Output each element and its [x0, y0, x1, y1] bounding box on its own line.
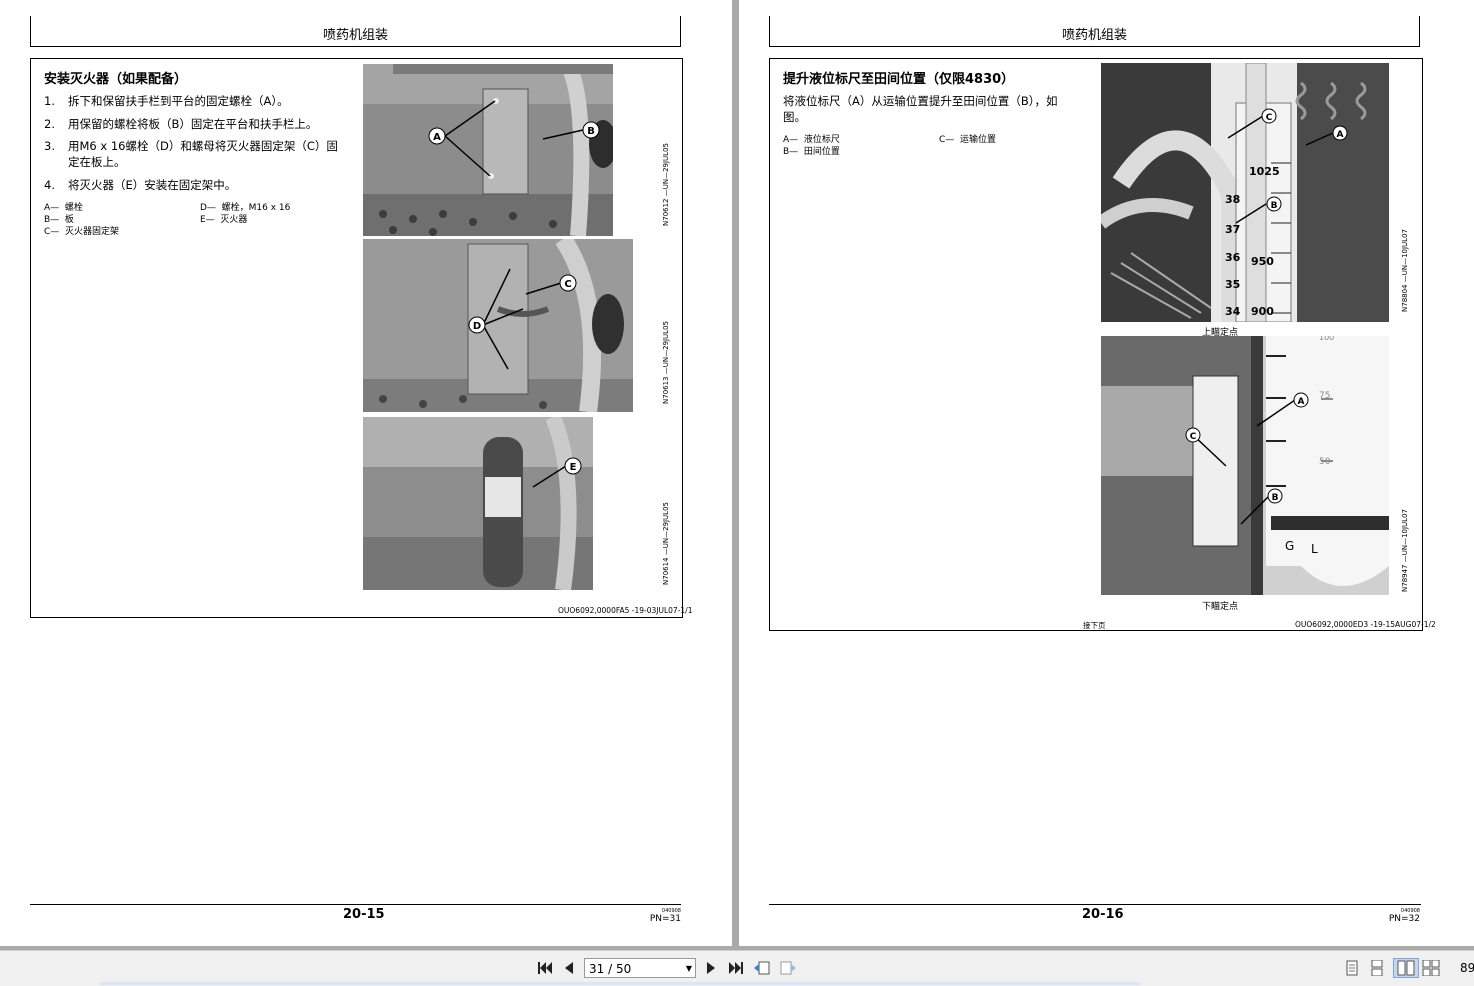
tank-100: 100	[1319, 336, 1334, 342]
callout-b: B	[1272, 493, 1279, 503]
callout-b: B	[587, 126, 595, 137]
pn-label: 040908 PN=32	[1388, 908, 1420, 924]
facing-pages-icon	[1397, 960, 1415, 976]
go-back-view-button[interactable]	[753, 959, 771, 977]
zoom-level[interactable]: 89	[1460, 961, 1474, 975]
legend-c: C— 运输位置	[939, 135, 997, 145]
go-forward-view-button[interactable]	[779, 959, 797, 977]
step-3: 3. 用M6 x 16螺栓（D）和螺母将灭火器固定架（C）固 定在板上。	[44, 139, 338, 169]
continuous-facing-icon	[1422, 960, 1440, 976]
photo-code-1: N70612 —UN—29JUL05	[662, 143, 670, 226]
step-1: 1. 拆下和保留扶手栏到平台的固定螺栓（A）。	[44, 94, 289, 108]
continued-label: 接下页	[1083, 621, 1106, 630]
next-view-icon	[780, 961, 796, 975]
single-page-icon	[1346, 960, 1358, 976]
next-page-button[interactable]	[702, 959, 720, 977]
callout-c: C	[1266, 113, 1273, 123]
section-title: 提升液位标尺至田间位置（仅限4830）	[783, 72, 1015, 87]
next-page-icon	[707, 962, 715, 974]
step-2: 2. 用保留的螺栓将板（B）固定在平台和扶手栏上。	[44, 117, 318, 131]
photo-level-gauge-bottom: 75 50 100 G L A C B	[1101, 336, 1389, 595]
gauge-38: 38	[1225, 193, 1240, 206]
photo-code-2: N70613 —UN—29JUL05	[662, 321, 670, 404]
pdf-navigation-toolbar: 31 / 50 ▼ 89	[0, 950, 1474, 986]
page-header: 喷药机组装	[30, 16, 681, 47]
page-number: 20-15	[343, 907, 385, 922]
previous-view-icon	[754, 961, 770, 975]
first-page-icon	[538, 962, 552, 974]
callout-a: A	[433, 132, 441, 143]
section-title: 安装灭火器（如果配备）	[44, 72, 188, 87]
tank-75: 75	[1319, 391, 1330, 401]
legend-b: B— 田间位置	[783, 147, 840, 157]
photo-code-1: N78804 —UN—10JUL07	[1401, 229, 1409, 312]
continuous-view-button[interactable]	[1368, 959, 1386, 977]
gauge-1025: 1025	[1249, 165, 1280, 178]
page-header: 喷药机组装	[769, 16, 1420, 47]
page-number: 20-16	[1082, 907, 1124, 922]
callout-a: A	[1298, 397, 1305, 407]
single-page-view-button[interactable]	[1343, 959, 1361, 977]
gauge-34: 34	[1225, 305, 1241, 318]
callout-e: E	[570, 462, 577, 473]
dropdown-arrow-icon: ▼	[685, 964, 692, 973]
footer-rule	[769, 904, 1421, 905]
gauge-950: 950	[1251, 255, 1274, 268]
body-text-line-1: 将液位标尺（A）从运输位置提升至田间位置（B），如	[783, 94, 1058, 108]
step-4: 4. 将灭火器（E）安装在固定架中。	[44, 178, 237, 192]
photo-extinguisher: E	[363, 417, 593, 590]
gauge-35: 35	[1225, 278, 1240, 291]
callout-d: D	[473, 321, 481, 332]
body-text-line-2: 图。	[783, 110, 806, 124]
page-number-input[interactable]: 31 / 50 ▼	[584, 958, 696, 978]
document-page-left: 喷药机组装 安装灭火器（如果配备） 1. 拆下和保留扶手栏到平台的固定螺栓（A）。…	[0, 0, 732, 946]
gauge-37: 37	[1225, 223, 1240, 236]
callout-b: B	[1271, 201, 1278, 211]
continuous-facing-view-button[interactable]	[1422, 959, 1440, 977]
photo-bolts-plate: A B	[363, 64, 613, 236]
legend-e: E— 灭火器	[200, 215, 248, 225]
last-page-button[interactable]	[727, 959, 745, 977]
previous-page-button[interactable]	[560, 959, 578, 977]
facing-view-button[interactable]	[1393, 958, 1419, 978]
document-code: OUO6092,0000FA5 -19-03JUL07-1/1	[558, 606, 693, 615]
gauge-900: 900	[1251, 305, 1274, 318]
callout-c: C	[564, 279, 571, 290]
photo-level-gauge-top: 1025 950 900 38 37 36 35 34 C B A	[1101, 63, 1389, 322]
tank-l: L	[1311, 542, 1318, 556]
photo-bracket-mount: D C	[363, 239, 633, 412]
tank-g: G	[1285, 539, 1294, 553]
photo-code-2: N78947 —UN—10JUL07	[1401, 509, 1409, 592]
pn-label: 040908 PN=31	[649, 908, 681, 924]
continuous-page-icon	[1371, 960, 1383, 976]
legend-c: C— 灭火器固定架	[44, 227, 120, 237]
caption-bottom: 下瞄定点	[1202, 602, 1239, 612]
document-page-right: 喷药机组装 提升液位标尺至田间位置（仅限4830） 将液位标尺（A）从运输位置提…	[739, 0, 1474, 946]
callout-c: C	[1190, 432, 1197, 442]
photo-code-3: N70614 —UN—29JUL05	[662, 502, 670, 585]
first-page-button[interactable]	[536, 959, 554, 977]
gauge-36: 36	[1225, 251, 1241, 264]
document-code: OUO6092,0000ED3 -19-15AUG07-1/2	[1295, 620, 1436, 629]
callout-a: A	[1337, 130, 1344, 140]
previous-page-icon	[565, 962, 573, 974]
footer-rule	[30, 904, 681, 905]
last-page-icon	[729, 962, 743, 974]
tank-50: 50	[1319, 457, 1331, 467]
